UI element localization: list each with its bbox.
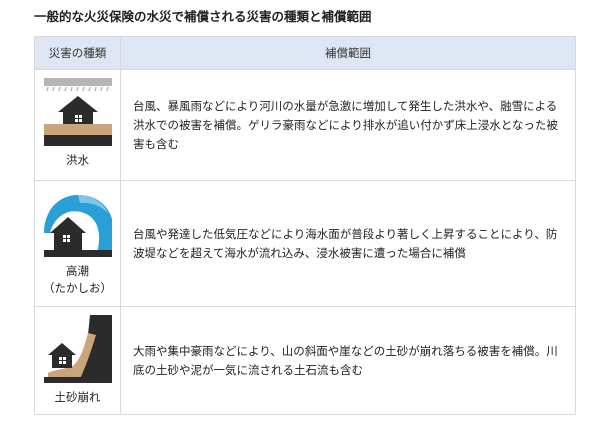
table-row: 高潮 （たかしお） 台風や発達した低気圧などにより海水面が普段より著しく上昇する… xyxy=(34,180,576,307)
coverage-description: 台風、暴風雨などにより河川の水量が急激に増加して発生した洪水や、融雪による洪水で… xyxy=(120,69,576,181)
coverage-table: 災害の種類 補償範囲 洪水 台風、暴風雨などにより河川の水量が急激に増加して発生… xyxy=(34,36,576,415)
header-disaster-type: 災害の種類 xyxy=(34,36,121,70)
page-title: 一般的な火災保険の水災で補償される災害の種類と補償範囲 xyxy=(34,9,372,24)
tsunami-wave-icon xyxy=(43,195,112,257)
disaster-type-label: 洪水 xyxy=(66,153,89,167)
disaster-type-label: 高潮 xyxy=(66,264,89,278)
table-header-row: 災害の種類 補償範囲 xyxy=(34,36,576,70)
header-coverage-scope: 補償範囲 xyxy=(120,36,576,70)
table-row: 洪水 台風、暴風雨などにより河川の水量が急激に増加して発生した洪水や、融雪による… xyxy=(34,69,576,181)
disaster-type-cell: 洪水 xyxy=(34,69,121,181)
disaster-type-label: 土砂崩れ xyxy=(54,390,101,404)
table-row: 土砂崩れ 大雨や集中豪雨などにより、山の斜面や崖などの土砂が崩れ落ちる被害を補償… xyxy=(34,306,576,415)
disaster-type-cell: 土砂崩れ xyxy=(34,306,121,415)
landslide-icon xyxy=(43,315,112,383)
disaster-type-reading: （たかしお） xyxy=(43,281,112,295)
flood-icon xyxy=(43,78,112,146)
coverage-description: 大雨や集中豪雨などにより、山の斜面や崖などの土砂が崩れ落ちる被害を補償。川底の土… xyxy=(120,306,576,415)
coverage-description: 台風や発達した低気圧などにより海水面が普段より著しく上昇することにより、防波堤な… xyxy=(120,180,576,307)
disaster-type-cell: 高潮 （たかしお） xyxy=(34,180,121,307)
